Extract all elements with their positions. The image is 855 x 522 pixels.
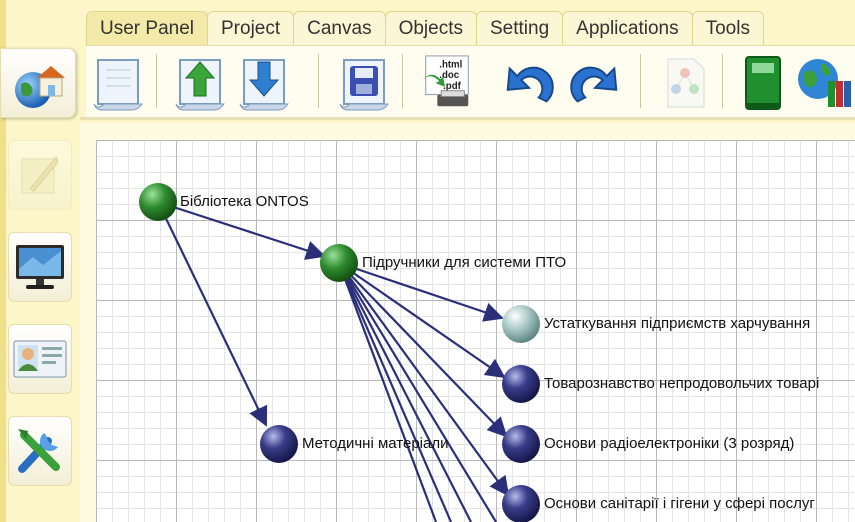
home-button[interactable]: [0, 48, 76, 118]
upload-icon: [175, 59, 225, 111]
export-format-html: .html: [439, 60, 462, 71]
node-label-sanitation[interactable]: Основи санітарії і гігени у сфері послуг: [544, 495, 815, 512]
tools-icon: [18, 429, 60, 473]
node-textbooks[interactable]: [320, 244, 358, 282]
green-book-icon: [745, 56, 781, 110]
node-methodic[interactable]: [260, 425, 298, 463]
node-label-radioelectronics[interactable]: Основи радіоелектроніки (3 розряд): [544, 435, 794, 452]
graph-document-icon: [667, 58, 705, 108]
graph-edge: [338, 262, 497, 522]
toolbar-separator: [318, 54, 319, 108]
user-card-icon: [13, 340, 67, 378]
export-format-pdf: .pdf: [443, 81, 461, 92]
quill-pen-icon: [21, 156, 59, 194]
graph-canvas[interactable]: Бібліотека ONTOS Підручники для системи …: [96, 140, 855, 522]
toolbar: .html .doc .pdf: [86, 45, 855, 118]
graph-document-button[interactable]: [656, 52, 714, 114]
tools-button[interactable]: [8, 416, 72, 486]
redo-icon: [570, 66, 618, 103]
node-merchandising[interactable]: [502, 365, 540, 403]
tab-objects[interactable]: Objects: [384, 11, 477, 45]
graph-edge: [337, 262, 438, 522]
download-button[interactable]: [236, 52, 294, 114]
node-root[interactable]: [139, 183, 177, 221]
node-radioelectronics[interactable]: [502, 425, 540, 463]
save-disk-icon: [339, 59, 389, 111]
redo-button[interactable]: [566, 52, 624, 114]
node-label-methodic[interactable]: Методичні матеріали: [302, 435, 448, 452]
export-formats-icon: .html .doc .pdf: [421, 55, 469, 107]
tab-bar: User Panel Project Canvas Objects Settin…: [86, 11, 764, 45]
upload-button[interactable]: [172, 52, 230, 114]
tab-user-panel[interactable]: User Panel: [86, 11, 208, 45]
download-icon: [239, 59, 289, 111]
edge-textbooks-to-radioelectronics: [338, 262, 508, 438]
node-sanitation[interactable]: [502, 485, 540, 522]
edit-button[interactable]: [8, 140, 72, 210]
tab-project[interactable]: Project: [207, 11, 295, 45]
save-button[interactable]: [336, 52, 394, 114]
edge-root-to-textbooks: [157, 200, 326, 260]
presentation-button[interactable]: [8, 232, 72, 302]
user-profile-button[interactable]: [8, 324, 72, 394]
node-equipment[interactable]: [502, 305, 540, 343]
top-panel: User Panel Project Canvas Objects Settin…: [80, 0, 855, 122]
edge-root-to-methodic: [157, 201, 268, 427]
tab-applications[interactable]: Applications: [562, 11, 693, 45]
toolbar-separator: [402, 54, 403, 108]
toolbar-separator: [156, 54, 157, 108]
library-button[interactable]: [794, 52, 852, 114]
tab-setting[interactable]: Setting: [475, 11, 564, 45]
book-button[interactable]: [734, 52, 792, 114]
tab-tools[interactable]: Tools: [691, 11, 764, 45]
node-label-merchandising[interactable]: Товарознавство непродовольчих товарі: [544, 375, 819, 392]
toolbar-separator: [722, 54, 723, 108]
sidebar: [0, 0, 80, 522]
toolbar-divider: [80, 117, 855, 120]
undo-button[interactable]: [500, 52, 558, 114]
toolbar-separator: [640, 54, 641, 108]
export-button[interactable]: .html .doc .pdf: [418, 52, 476, 114]
new-document-button[interactable]: [90, 52, 148, 114]
new-document-icon: [93, 59, 143, 111]
tab-canvas[interactable]: Canvas: [293, 11, 386, 45]
undo-icon: [506, 66, 554, 103]
home-globe-icon: [15, 66, 65, 108]
globe-library-icon: [798, 59, 851, 107]
node-label-textbooks[interactable]: Підручники для системи ПТО: [362, 254, 566, 271]
node-label-root[interactable]: Бібліотека ONTOS: [180, 193, 309, 210]
monitor-icon: [16, 245, 64, 289]
node-label-equipment[interactable]: Устаткування підприємств харчування: [544, 315, 810, 332]
